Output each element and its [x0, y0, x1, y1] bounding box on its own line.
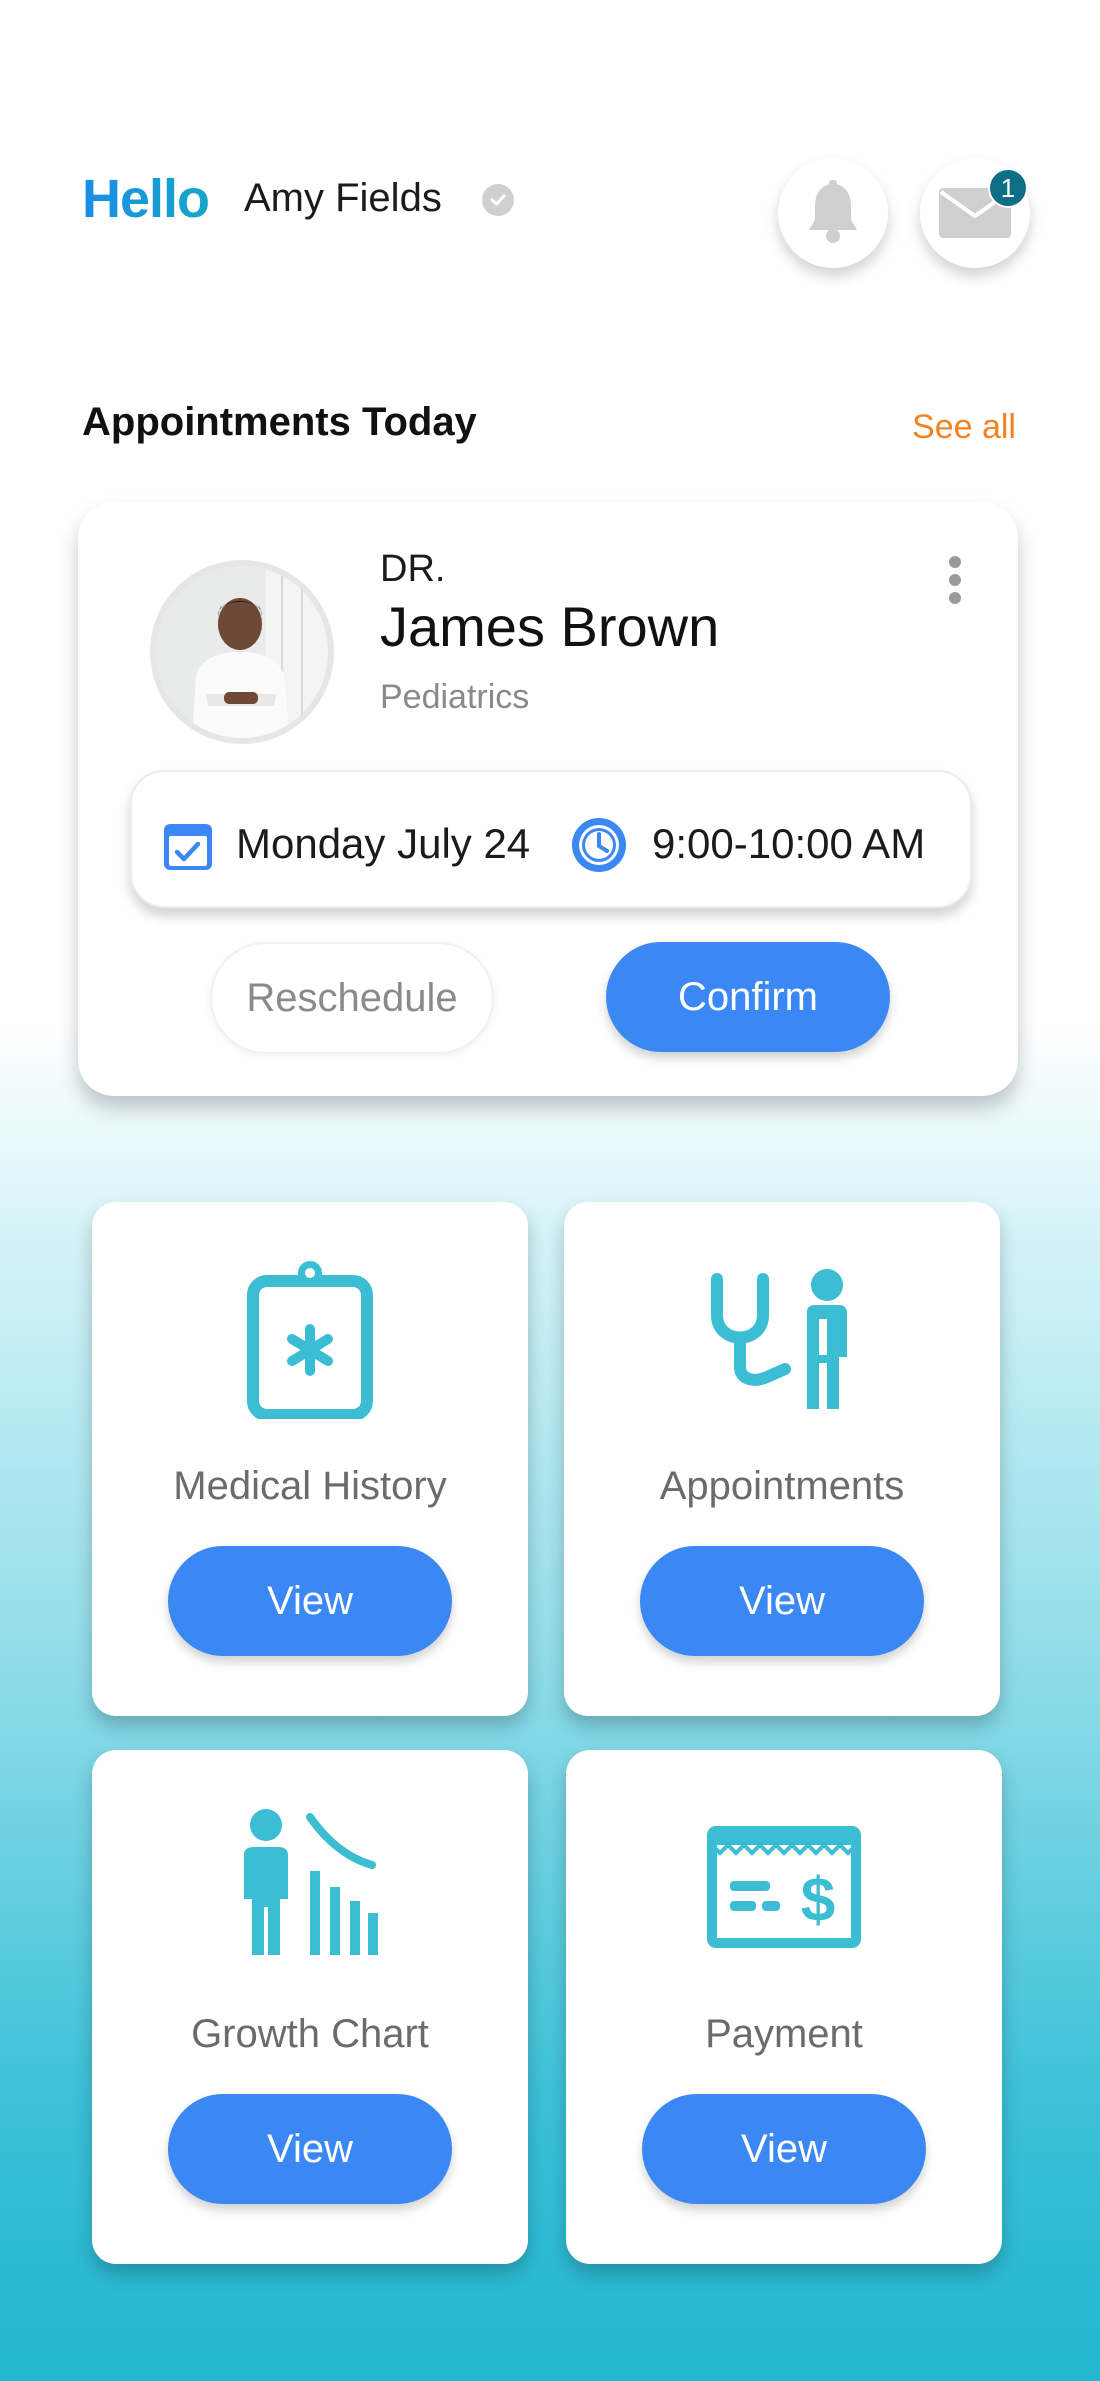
mail-badge: 1: [988, 168, 1028, 208]
appointment-card: DR. James Brown Pediatrics Monday July 2…: [78, 502, 1018, 1096]
doctor-specialty: Pediatrics: [380, 678, 530, 716]
section-title: Appointments Today: [82, 400, 477, 444]
svg-text:$: $: [801, 1866, 835, 1935]
calendar-icon: [164, 824, 212, 870]
greeting: Hello: [82, 169, 210, 229]
tile-label: Medical History: [173, 1464, 447, 1508]
growth-chart-icon: [92, 1802, 528, 1972]
notifications-button[interactable]: [778, 158, 888, 268]
growth-chart-view-button[interactable]: View: [168, 2094, 452, 2204]
appointments-card: Appointments View: [564, 1202, 1000, 1716]
appointment-time: 9:00-10:00 AM: [652, 820, 926, 867]
doctor-avatar: [150, 560, 334, 744]
header: Hello Amy Fields 1: [0, 0, 1100, 300]
tile-label: Payment: [705, 2012, 863, 2056]
medical-history-card: Medical History View: [92, 1202, 528, 1716]
confirm-button[interactable]: Confirm: [606, 942, 890, 1052]
appointment-date: Monday July 24: [236, 820, 531, 867]
clock-icon: [572, 818, 626, 872]
messages-button[interactable]: 1: [920, 158, 1030, 268]
see-all-link[interactable]: See all: [912, 408, 1016, 447]
clipboard-medical-icon: [92, 1254, 528, 1424]
payment-check-icon: $: [566, 1802, 1002, 1972]
verified-icon: [482, 184, 514, 216]
bell-icon: [809, 180, 857, 243]
payment-card: $ Payment View: [566, 1750, 1002, 2264]
tile-label: Appointments: [659, 1464, 905, 1508]
tile-label: Growth Chart: [191, 2012, 429, 2056]
doctor-name: James Brown: [380, 595, 720, 658]
more-options-icon[interactable]: [940, 552, 970, 608]
doctor-prefix: DR.: [380, 548, 446, 590]
stethoscope-doctor-icon: [564, 1254, 1000, 1424]
reschedule-button[interactable]: Reschedule: [210, 942, 494, 1054]
medical-history-view-button[interactable]: View: [168, 1546, 452, 1656]
appointments-view-button[interactable]: View: [640, 1546, 924, 1656]
payment-view-button[interactable]: View: [642, 2094, 926, 2204]
growth-chart-card: Growth Chart View: [92, 1750, 528, 2264]
user-name: Amy Fields: [244, 176, 442, 220]
appointment-datetime: Monday July 24 9:00-10:00 AM: [130, 770, 972, 908]
